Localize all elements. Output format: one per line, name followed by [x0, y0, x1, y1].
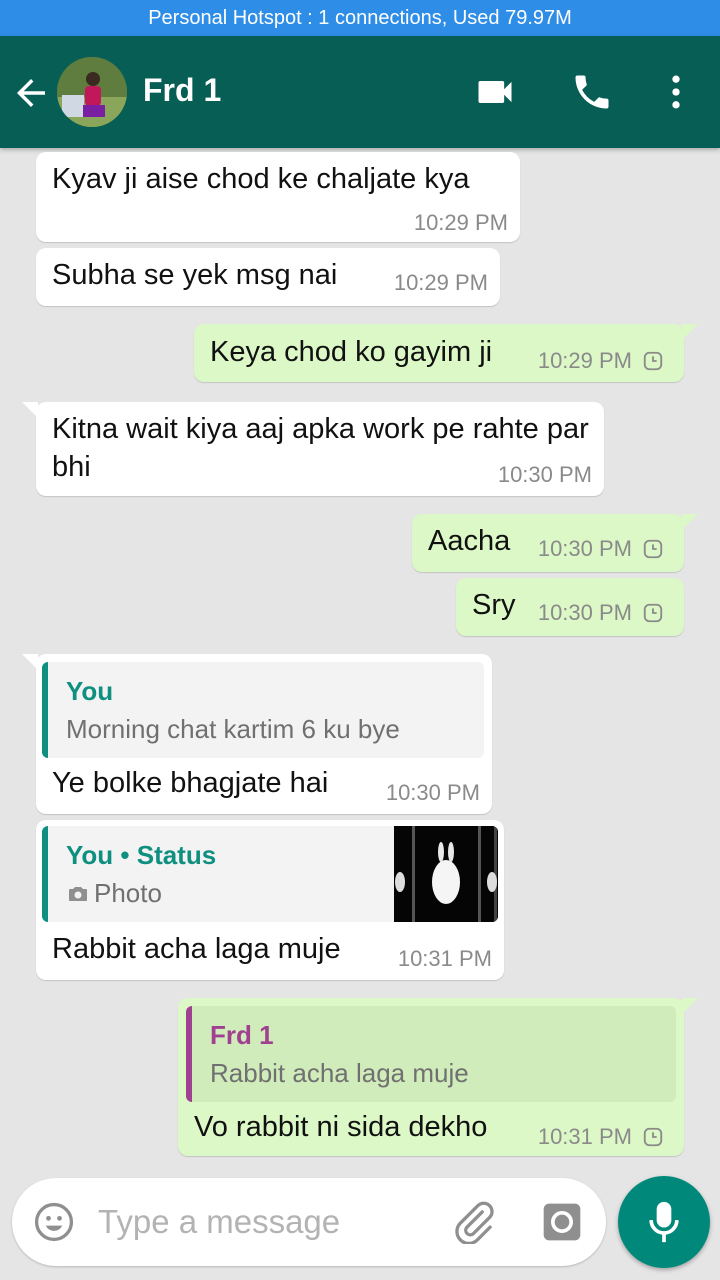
- quoted-text: Photo: [94, 878, 162, 908]
- back-arrow-icon[interactable]: [10, 72, 52, 114]
- message-bubble-incoming[interactable]: Kyav ji aise chod ke chaljate kya 10:29 …: [36, 152, 520, 242]
- message-text: Keya chod ko gayim ji: [210, 336, 493, 368]
- message-bubble-incoming[interactable]: Subha se yek msg nai 10:29 PM: [36, 248, 500, 306]
- message-time: 10:29 PM: [393, 270, 488, 295]
- attach-icon[interactable]: [452, 1200, 496, 1244]
- message-time: 10:31 PM: [397, 946, 492, 971]
- message-text: Sry: [472, 589, 516, 621]
- message-text: Rabbit acha laga muje: [52, 933, 341, 965]
- message-text: Subha se yek msg nai: [52, 259, 338, 291]
- message-bubble-outgoing[interactable]: Keya chod ko gayim ji 10:29 PM: [194, 324, 698, 382]
- message-list[interactable]: Kyav ji aise chod ke chaljate kya 10:29 …: [0, 148, 720, 1168]
- video-call-icon[interactable]: [473, 70, 517, 114]
- message-bubble-outgoing[interactable]: Frd 1 Rabbit acha laga muje Vo rabbit ni…: [178, 998, 698, 1156]
- quoted-text: Rabbit acha laga muje: [210, 1058, 469, 1088]
- message-text: Aacha: [428, 525, 511, 557]
- quoted-author: You • Status: [66, 840, 217, 870]
- quoted-message[interactable]: Frd 1 Rabbit acha laga muje: [186, 1006, 676, 1102]
- message-text: Vo rabbit ni sida dekho: [194, 1111, 488, 1143]
- clock-icon: [643, 603, 663, 623]
- message-time: 10:30 PM: [537, 536, 632, 561]
- clock-icon: [643, 539, 663, 559]
- message-time: 10:31 PM: [537, 1124, 632, 1149]
- quoted-author: You: [66, 676, 114, 706]
- message-time: 10:29 PM: [413, 210, 508, 235]
- avatar-photo: [57, 57, 127, 127]
- voice-call-icon[interactable]: [570, 70, 614, 114]
- camera-icon[interactable]: [540, 1200, 584, 1244]
- message-bubble-incoming[interactable]: Kitna wait kiya aaj apka work pe rahte p…: [22, 402, 604, 496]
- clock-icon: [643, 351, 663, 371]
- message-bubble-outgoing[interactable]: Sry 10:30 PM: [456, 578, 684, 636]
- quoted-status[interactable]: You • Status Photo: [42, 826, 498, 922]
- message-time: 10:30 PM: [385, 780, 480, 805]
- more-options-icon[interactable]: [654, 70, 698, 114]
- message-bubble-incoming[interactable]: You Morning chat kartim 6 ku bye Ye bolk…: [22, 654, 492, 814]
- message-input-bar[interactable]: Type a message: [12, 1178, 606, 1266]
- hotspot-text: Personal Hotspot : 1 connections, Used 7…: [148, 6, 572, 29]
- message-text: Ye bolke bhagjate hai: [52, 767, 329, 799]
- message-time: 10:29 PM: [537, 348, 632, 373]
- status-thumbnail: [394, 826, 498, 922]
- message-time: 10:30 PM: [497, 462, 592, 487]
- hotspot-status-bar[interactable]: Personal Hotspot : 1 connections, Used 7…: [0, 0, 720, 36]
- mic-button[interactable]: [618, 1176, 710, 1268]
- message-time: 10:30 PM: [537, 600, 632, 625]
- contact-name[interactable]: Frd 1: [143, 72, 221, 109]
- message-input[interactable]: Type a message: [98, 1203, 340, 1241]
- quoted-message[interactable]: You Morning chat kartim 6 ku bye: [42, 662, 484, 758]
- message-bubble-incoming[interactable]: You • Status Photo Rabbit acha laga muje…: [36, 820, 504, 980]
- quoted-text: Morning chat kartim 6 ku bye: [66, 714, 400, 744]
- mic-icon: [649, 1201, 679, 1243]
- camera-icon: [69, 887, 87, 901]
- quoted-author: Frd 1: [210, 1020, 274, 1050]
- emoji-icon[interactable]: [32, 1200, 76, 1244]
- message-text: Kyav ji aise chod ke chaljate kya: [52, 163, 470, 195]
- clock-icon: [643, 1127, 663, 1147]
- chat-header: Frd 1: [0, 36, 720, 148]
- message-bubble-outgoing[interactable]: Aacha 10:30 PM: [412, 514, 698, 572]
- avatar[interactable]: [57, 57, 127, 127]
